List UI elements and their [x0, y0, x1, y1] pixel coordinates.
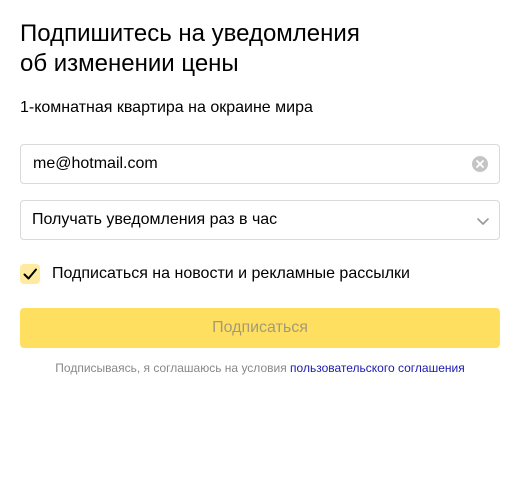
- clear-circle-icon[interactable]: [471, 155, 489, 173]
- notification-frequency-select[interactable]: Получать уведомления раз в час: [20, 200, 500, 240]
- agreement-prefix: Подписываясь, я соглашаюсь на условия: [55, 361, 287, 375]
- page-title-line-1: Подпишитесь на уведомления: [20, 20, 360, 47]
- page-title: Подпишитесь на уведомления об изменении …: [20, 19, 500, 79]
- notification-frequency-value: Получать уведомления раз в час: [32, 211, 278, 228]
- newsletter-checkbox-label: Подписаться на новости и рекламные рассы…: [52, 265, 410, 282]
- agreement-text: Подписываясь, я соглашаюсь на условия по…: [0, 360, 520, 376]
- newsletter-checkbox-row[interactable]: Подписаться на новости и рекламные рассы…: [20, 263, 410, 285]
- email-input[interactable]: [21, 145, 461, 183]
- chevron-down-icon: [477, 218, 489, 225]
- checkmark-icon: [23, 268, 37, 280]
- newsletter-checkbox[interactable]: [20, 264, 40, 284]
- email-field[interactable]: [20, 144, 500, 184]
- page-title-line-2: об изменении цены: [20, 50, 239, 77]
- listing-subtitle: 1-комнатная квартира на окраине мира: [20, 99, 313, 116]
- user-agreement-link[interactable]: пользовательского соглашения: [290, 361, 465, 375]
- subscribe-button[interactable]: Подписаться: [20, 308, 500, 348]
